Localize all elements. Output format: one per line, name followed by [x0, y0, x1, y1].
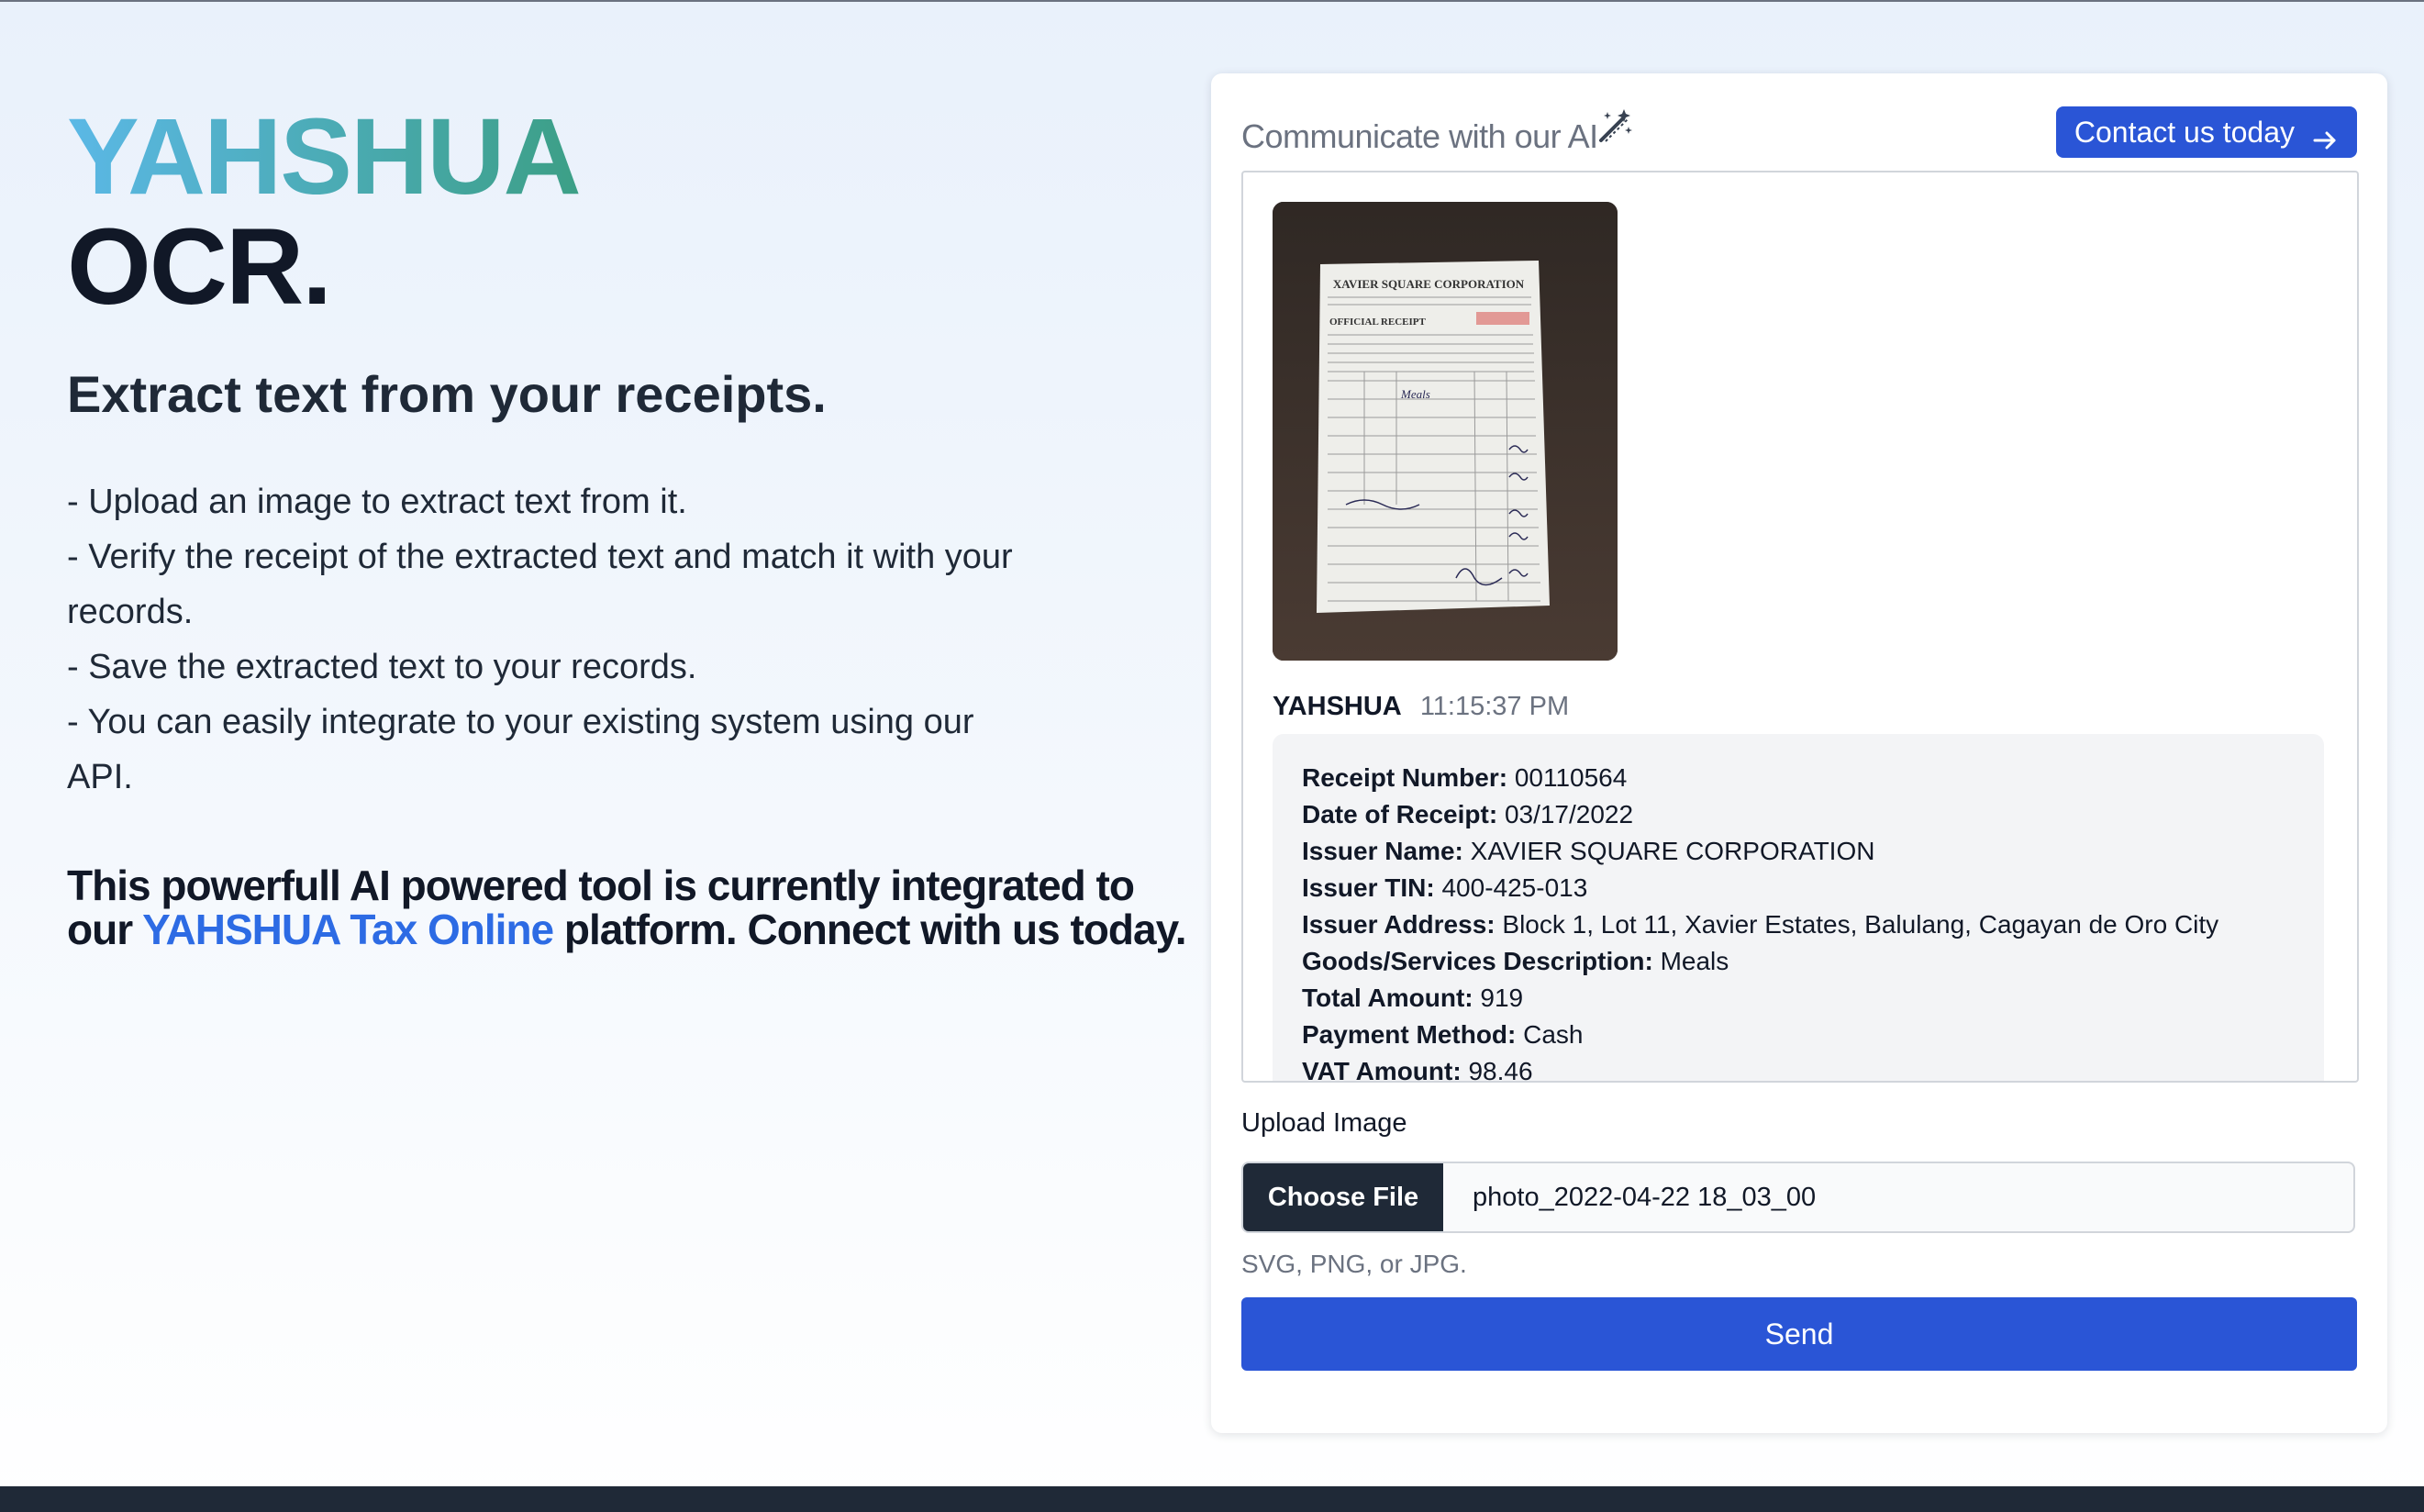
field-value: 400-425-013 [1441, 873, 1588, 902]
feature-item: - Save the extracted text to your record… [67, 648, 697, 686]
feature-item: - Verify the receipt of the extracted te… [67, 538, 1013, 631]
chat-history[interactable]: XAVIER SQUARE CORPORATION OFFICIAL RECEI… [1241, 171, 2359, 1083]
field-label: Receipt Number: [1302, 763, 1508, 792]
bottom-bar [0, 1486, 2424, 1512]
choose-file-button[interactable]: Choose File [1243, 1163, 1443, 1231]
promo-text-after: platform. Connect with us today. [553, 906, 1187, 953]
hero-section: YAHSHUA OCR. Extract text from your rece… [67, 103, 1195, 951]
promo-text: This powerfull AI powered tool is curren… [67, 863, 1205, 951]
feature-item: - You can easily integrate to your exist… [67, 703, 974, 796]
field-label: Payment Method: [1302, 1020, 1517, 1049]
receipt-field-row: Issuer Address: Block 1, Lot 11, Xavier … [1302, 906, 2295, 943]
selected-file-name: photo_2022-04-22 18_03_00 [1473, 1183, 1817, 1212]
field-label: VAT Amount: [1302, 1057, 1462, 1083]
field-label: Total Amount: [1302, 984, 1473, 1012]
file-upload-input[interactable]: Choose File photo_2022-04-22 18_03_00 [1241, 1162, 2355, 1233]
receipt-field-row: Receipt Number: 00110564 [1302, 760, 2295, 796]
message-sender: YAHSHUA [1273, 692, 1402, 721]
field-value: Cash [1523, 1020, 1584, 1049]
field-label: Issuer Address: [1302, 910, 1496, 939]
field-value: 03/17/2022 [1504, 800, 1634, 828]
ai-response-bubble: Receipt Number: 00110564 Date of Receipt… [1273, 734, 2324, 1083]
message-timestamp: 11:15:37 PM [1419, 692, 1570, 721]
receipt-field-row: Issuer Name: XAVIER SQUARE CORPORATION [1302, 833, 2295, 870]
brand-name: YAHSHUA [67, 96, 582, 217]
field-value: XAVIER SQUARE CORPORATION [1470, 837, 1875, 865]
field-label: Date of Receipt: [1302, 800, 1498, 828]
field-value: 98.46 [1468, 1057, 1533, 1083]
field-value: 00110564 [1514, 763, 1628, 792]
upload-image-label: Upload Image [1241, 1108, 1407, 1138]
send-button[interactable]: Send [1241, 1297, 2357, 1371]
field-value: Block 1, Lot 11, Xavier Estates, Balulan… [1502, 910, 2219, 939]
receipt-field-row: Total Amount: 919 [1302, 980, 2295, 1017]
tax-online-link[interactable]: YAHSHUA Tax Online [142, 906, 554, 953]
receipt-field-row: Goods/Services Description: Meals [1302, 943, 2295, 980]
message-meta: YAHSHUA 11:15:37 PM [1273, 692, 1569, 722]
file-type-hint: SVG, PNG, or JPG. [1241, 1250, 1467, 1278]
feature-item: - Upload an image to extract text from i… [67, 483, 687, 521]
field-label: Goods/Services Description: [1302, 947, 1653, 975]
field-label: Issuer TIN: [1302, 873, 1435, 902]
receipt-type-text: OFFICIAL RECEIPT [1329, 317, 1426, 328]
field-value: Meals [1660, 947, 1729, 975]
contact-us-button[interactable]: Contact us today [2055, 106, 2357, 158]
window-top-border [0, 0, 2424, 2]
field-value: 919 [1480, 984, 1524, 1012]
card-header: Communicate with our AI Contact us today [1241, 106, 2357, 161]
receipt-field-row: VAT Amount: 98.46 [1302, 1053, 2295, 1083]
receipt-field-row: Date of Receipt: 03/17/2022 [1302, 796, 2295, 833]
arrow-right-icon [2311, 118, 2339, 150]
uploaded-receipt-image: XAVIER SQUARE CORPORATION OFFICIAL RECEI… [1273, 202, 1618, 661]
ai-chat-card: Communicate with our AI Contact us today [1211, 73, 2387, 1433]
field-label: Issuer Name: [1302, 837, 1463, 865]
receipt-field-row: Payment Method: Cash [1302, 1017, 2295, 1053]
receipt-field-row: Issuer TIN: 400-425-013 [1302, 870, 2295, 906]
receipt-company-text: XAVIER SQUARE CORPORATION [1333, 277, 1525, 291]
feature-list: - Upload an image to extract text from i… [67, 474, 1040, 805]
card-title: Communicate with our AI [1241, 117, 1598, 155]
contact-us-label: Contact us today [2074, 116, 2295, 149]
product-name: OCR. [67, 206, 332, 328]
receipt-item-text: Meals [1400, 387, 1430, 401]
magic-wand-icon [1595, 106, 1635, 147]
tagline: Extract text from your receipts. [67, 365, 827, 423]
